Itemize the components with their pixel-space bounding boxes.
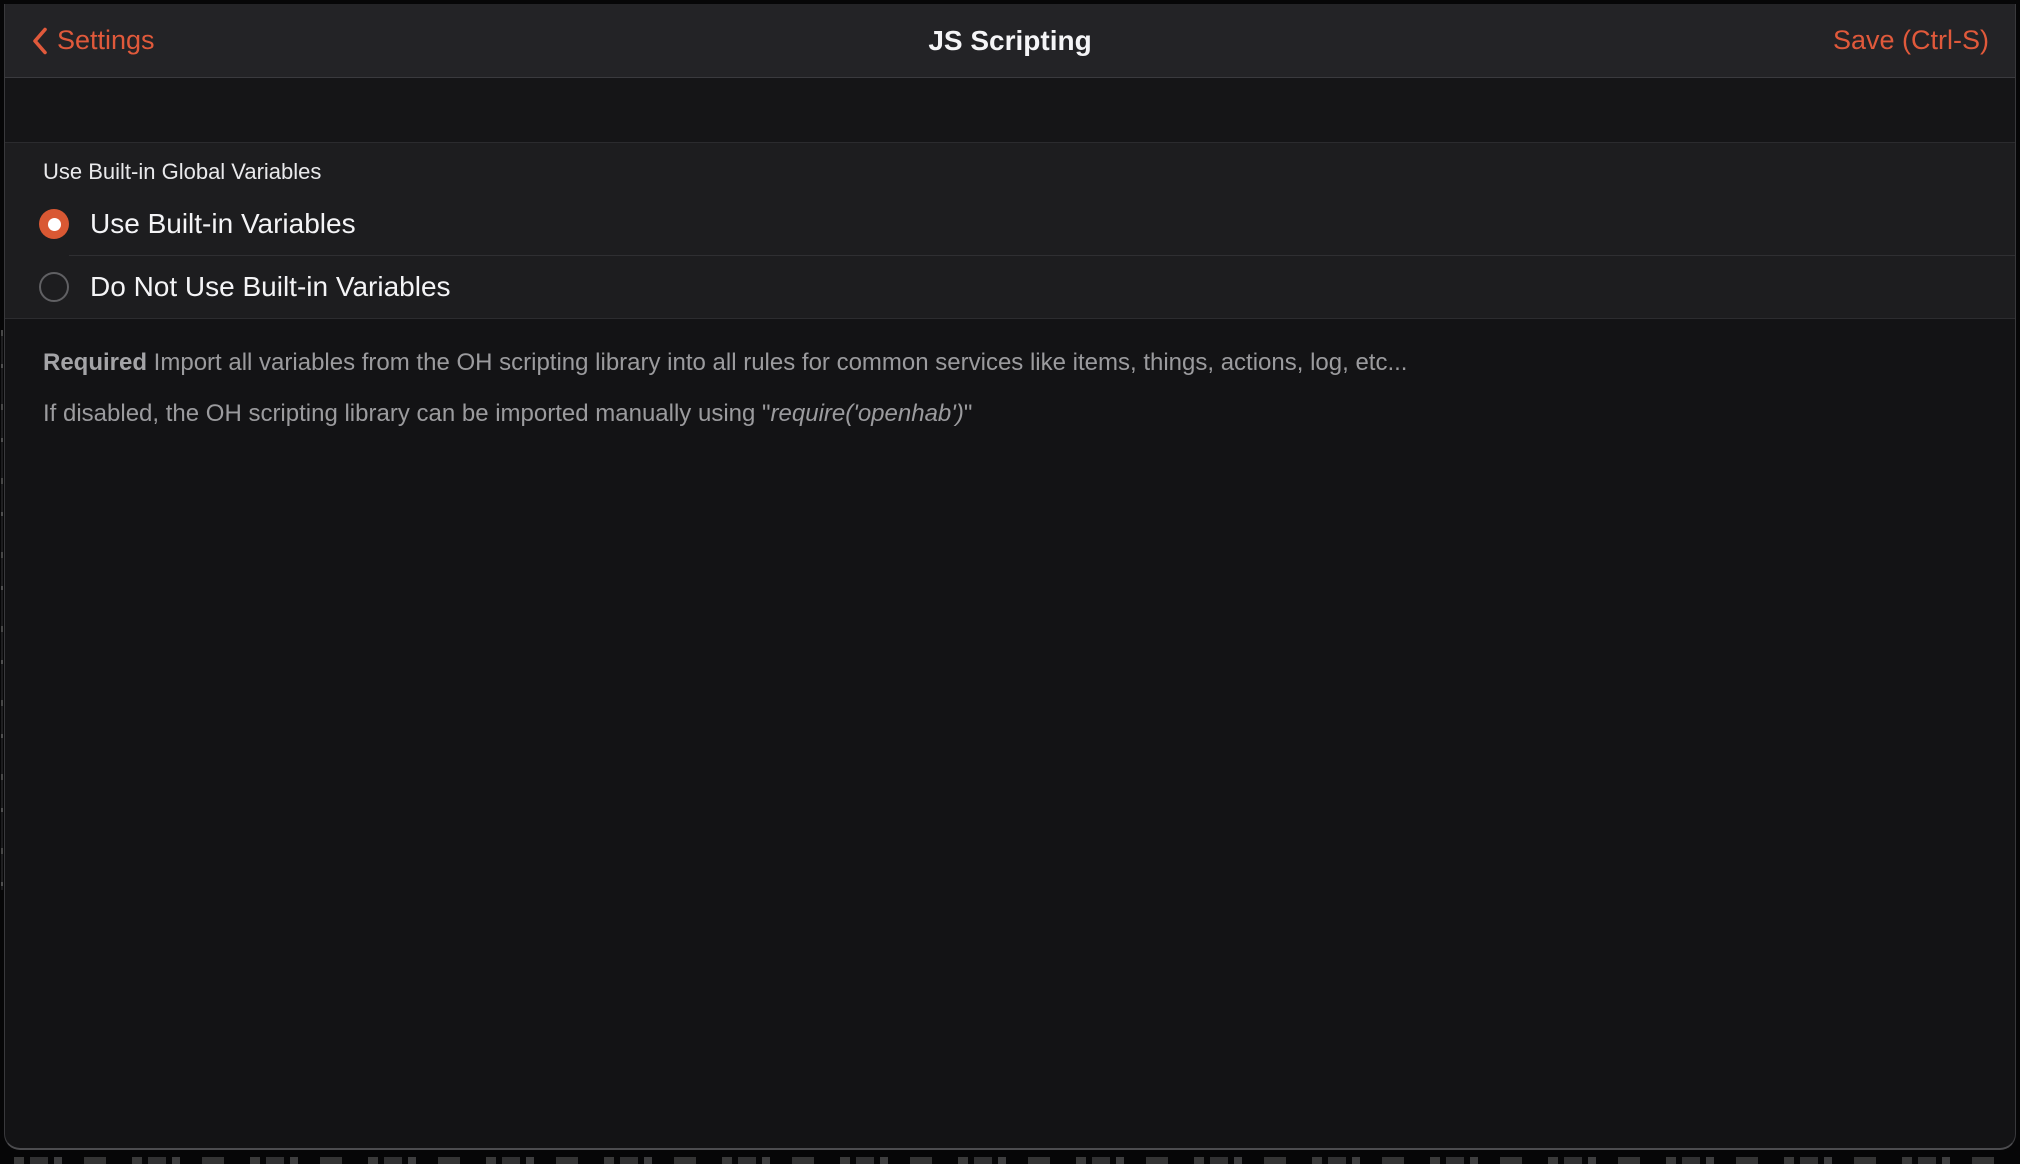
js-scripting-config-sheet: Settings JS Scripting Save (Ctrl-S) Use …	[4, 4, 2016, 1150]
description-line-2-prefix: If disabled, the OH scripting library ca…	[43, 400, 771, 427]
save-button[interactable]: Save (Ctrl-S)	[1833, 27, 1989, 54]
radio-option-no-builtin[interactable]: Do Not Use Built-in Variables	[5, 256, 2015, 318]
description-code-snippet: require('openhab')	[771, 400, 964, 427]
clipped-background-text	[14, 1157, 2006, 1164]
description-line-1-text: Import all variables from the OH scripti…	[147, 349, 1407, 376]
description-line-1: Required Import all variables from the O…	[43, 347, 1977, 379]
radio-option-label: Do Not Use Built-in Variables	[90, 273, 451, 301]
setting-description: Required Import all variables from the O…	[5, 319, 2015, 431]
radio-option-label: Use Built-in Variables	[90, 210, 356, 238]
required-badge-text: Required	[43, 349, 147, 376]
description-line-2: If disabled, the OH scripting library ca…	[43, 398, 1977, 430]
radio-selected-icon	[39, 209, 69, 239]
radio-option-use-builtin[interactable]: Use Built-in Variables	[5, 193, 2015, 255]
radio-unselected-icon	[39, 272, 69, 302]
background-edge-marks	[1, 330, 3, 890]
back-button-label: Settings	[57, 27, 155, 54]
empty-section-band	[5, 78, 2015, 143]
builtin-variables-setting-list: Use Built-in Global Variables Use Built-…	[5, 143, 2015, 319]
navbar: Settings JS Scripting Save (Ctrl-S)	[5, 4, 2015, 78]
setting-group-label: Use Built-in Global Variables	[5, 155, 2015, 193]
chevron-left-icon	[31, 27, 48, 55]
page-title: JS Scripting	[5, 25, 2015, 57]
save-button-label: Save (Ctrl-S)	[1833, 27, 1989, 54]
back-button[interactable]: Settings	[31, 27, 155, 55]
app-background: Settings JS Scripting Save (Ctrl-S) Use …	[0, 0, 2020, 1164]
description-line-2-suffix: "	[964, 400, 973, 427]
